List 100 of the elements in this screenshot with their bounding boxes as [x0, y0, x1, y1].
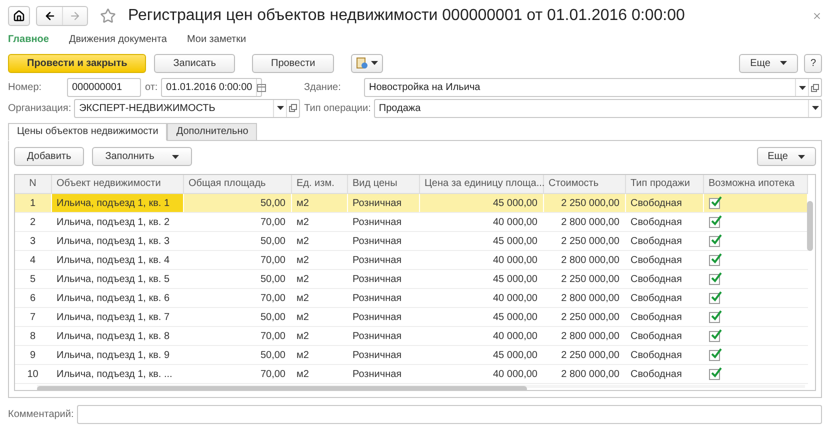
table-cell: 45 000,00: [493, 236, 538, 247]
mortgage-checkbox[interactable]: [708, 274, 720, 284]
table-cell: м2: [296, 236, 309, 247]
table-cell: 2 250 000,00: [561, 312, 620, 323]
column-header[interactable]: N: [15, 174, 51, 194]
table-cell: Розничная: [352, 350, 402, 361]
field-label: Комментарий:: [8, 409, 75, 420]
table-row[interactable]: 10 Ильича, подъезд 1, кв. ... 70,00 м2 Розничная 40 000,00 2 800 000,00 Свободная: [15, 364, 807, 384]
table-cell: Свободная: [630, 368, 682, 380]
table-row[interactable]: 2 Ильича, подъезд 1, кв. 2 70,00 м2 Розничная 40 000,00 2 800 000,00 Свободная: [15, 212, 807, 232]
favorite-star-icon[interactable]: [100, 8, 116, 24]
mortgage-checkbox[interactable]: [708, 368, 720, 380]
tab[interactable]: Дополнительно: [167, 122, 258, 141]
table-cell: 4: [30, 254, 36, 266]
table-cell: 70,00: [260, 330, 286, 342]
more-button[interactable]: Еще: [756, 147, 816, 166]
table-cell: 2 800 000,00: [561, 330, 620, 342]
field-label: Тип операции:: [304, 102, 372, 114]
close-icon[interactable]: [812, 10, 822, 21]
table-cell: 50,00: [260, 236, 286, 247]
table-cell: 2 800 000,00: [561, 368, 620, 380]
mortgage-checkbox[interactable]: [708, 198, 720, 208]
table-cell: 1: [30, 198, 36, 209]
section-link[interactable]: Движения документа: [68, 34, 167, 46]
table-cell: м2: [296, 350, 309, 361]
table-cell: Ильича, подъезд 1, кв. 2: [56, 216, 170, 228]
table-cell: 2 250 000,00: [561, 350, 620, 361]
toolbar-button[interactable]: Записать: [154, 54, 235, 73]
table-cell: 70,00: [260, 254, 286, 266]
calendar-icon[interactable]: [257, 84, 266, 92]
number-field[interactable]: 000000001: [67, 78, 141, 98]
organization-field[interactable]: ЭКСПЕРТ-НЕДВИЖИМОСТЬ: [74, 98, 300, 118]
table-row[interactable]: 3 Ильича, подъезд 1, кв. 3 50,00 м2 Розничная 45 000,00 2 250 000,00 Свободная: [15, 232, 807, 251]
table-cell: 2 800 000,00: [561, 254, 620, 266]
table-cell: 50,00: [260, 312, 286, 323]
table-cell: 3: [30, 236, 36, 247]
mortgage-checkbox[interactable]: [708, 350, 720, 360]
column-header[interactable]: Тип продажи: [625, 174, 703, 194]
table-cell: 70,00: [260, 216, 286, 228]
table-cell: 5: [30, 274, 36, 285]
table-cell: 2: [30, 216, 36, 228]
table-row[interactable]: 8 Ильича, подъезд 1, кв. 8 70,00 м2 Розничная 40 000,00 2 800 000,00 Свободная: [15, 326, 807, 346]
mortgage-checkbox[interactable]: [708, 236, 720, 246]
back-arrow-icon: [44, 10, 56, 22]
table-cell: 70,00: [260, 292, 286, 304]
table-cell: Свободная: [630, 254, 682, 266]
table-row[interactable]: 4 Ильича, подъезд 1, кв. 4 70,00 м2 Розничная 40 000,00 2 800 000,00 Свободная: [15, 250, 807, 270]
column-header[interactable]: Вид цены: [347, 174, 419, 194]
mortgage-checkbox[interactable]: [708, 312, 720, 322]
fill-button[interactable]: Заполнить: [92, 147, 192, 166]
table-cell: 9: [30, 350, 36, 361]
table-row[interactable]: 6 Ильича, подъезд 1, кв. 6 70,00 м2 Розничная 40 000,00 2 800 000,00 Свободная: [15, 288, 807, 308]
table-cell: Свободная: [630, 216, 682, 228]
table-cell: Розничная: [352, 312, 402, 323]
report-menu-button[interactable]: [351, 54, 384, 73]
building-field[interactable]: Новостройка на Ильича: [364, 78, 822, 98]
section-link[interactable]: Мои заметки: [186, 34, 246, 46]
table-cell: Розничная: [352, 254, 402, 266]
column-header[interactable]: Стоимость: [543, 174, 625, 194]
open-icon: [289, 104, 298, 112]
field-label: Организация:: [8, 102, 72, 114]
caret-icon: [172, 154, 180, 159]
field-label: от:: [145, 82, 159, 94]
horizontal-scrollbar[interactable]: [37, 385, 805, 388]
table-row[interactable]: 7 Ильича, подъезд 1, кв. 7 50,00 м2 Розничная 45 000,00 2 250 000,00 Свободная: [15, 308, 807, 327]
help-button[interactable]: ?: [804, 54, 822, 73]
column-header[interactable]: Общая площадь: [183, 174, 291, 194]
column-header[interactable]: Ед. изм.: [291, 174, 347, 194]
more-button[interactable]: Еще: [739, 54, 798, 73]
post-and-close-button[interactable]: Провести и закрыть: [8, 54, 146, 73]
column-header[interactable]: Объект недвижимости: [51, 174, 183, 194]
home-button[interactable]: [8, 6, 30, 26]
table-cell: Свободная: [630, 292, 682, 304]
mortgage-checkbox[interactable]: [708, 216, 720, 228]
table-cell: м2: [296, 274, 309, 285]
tab[interactable]: Цены объектов недвижимости: [8, 122, 168, 141]
table-cell: 2 250 000,00: [561, 198, 620, 209]
column-header[interactable]: Цена за единицу площа...: [419, 174, 543, 194]
table-cell: Розничная: [352, 330, 402, 342]
table-cell: Розничная: [352, 198, 402, 209]
mortgage-checkbox[interactable]: [708, 292, 720, 304]
field-label: Номер:: [8, 82, 43, 94]
mortgage-checkbox[interactable]: [708, 330, 720, 342]
table-cell: 40 000,00: [493, 216, 538, 228]
forward-arrow-icon: [69, 10, 81, 22]
caret-icon: [798, 86, 806, 90]
table-cell: 45 000,00: [493, 198, 538, 209]
toolbar-button[interactable]: Провести: [252, 54, 334, 73]
table-cell: Ильича, подъезд 1, кв. 7: [56, 312, 170, 323]
table-row[interactable]: 9 Ильича, подъезд 1, кв. 9 50,00 м2 Розничная 45 000,00 2 250 000,00 Свободная: [15, 346, 807, 365]
column-header[interactable]: Возможна ипотека: [703, 174, 807, 194]
table-cell: 7: [30, 312, 36, 323]
table-cell: Свободная: [630, 236, 682, 247]
add-button[interactable]: Добавить: [14, 147, 84, 166]
table-row[interactable]: 5 Ильича, подъезд 1, кв. 5 50,00 м2 Розничная 45 000,00 2 250 000,00 Свободная: [15, 270, 807, 289]
mortgage-checkbox[interactable]: [708, 254, 720, 266]
comment-field[interactable]: [76, 405, 822, 424]
table-row[interactable]: 1 Ильича, подъезд 1, кв. 1 50,00 м2 Розничная 45 000,00 2 250 000,00 Свободная: [15, 194, 807, 213]
operation-type-field[interactable]: Продажа: [374, 98, 822, 118]
caret-icon: [371, 61, 378, 66]
